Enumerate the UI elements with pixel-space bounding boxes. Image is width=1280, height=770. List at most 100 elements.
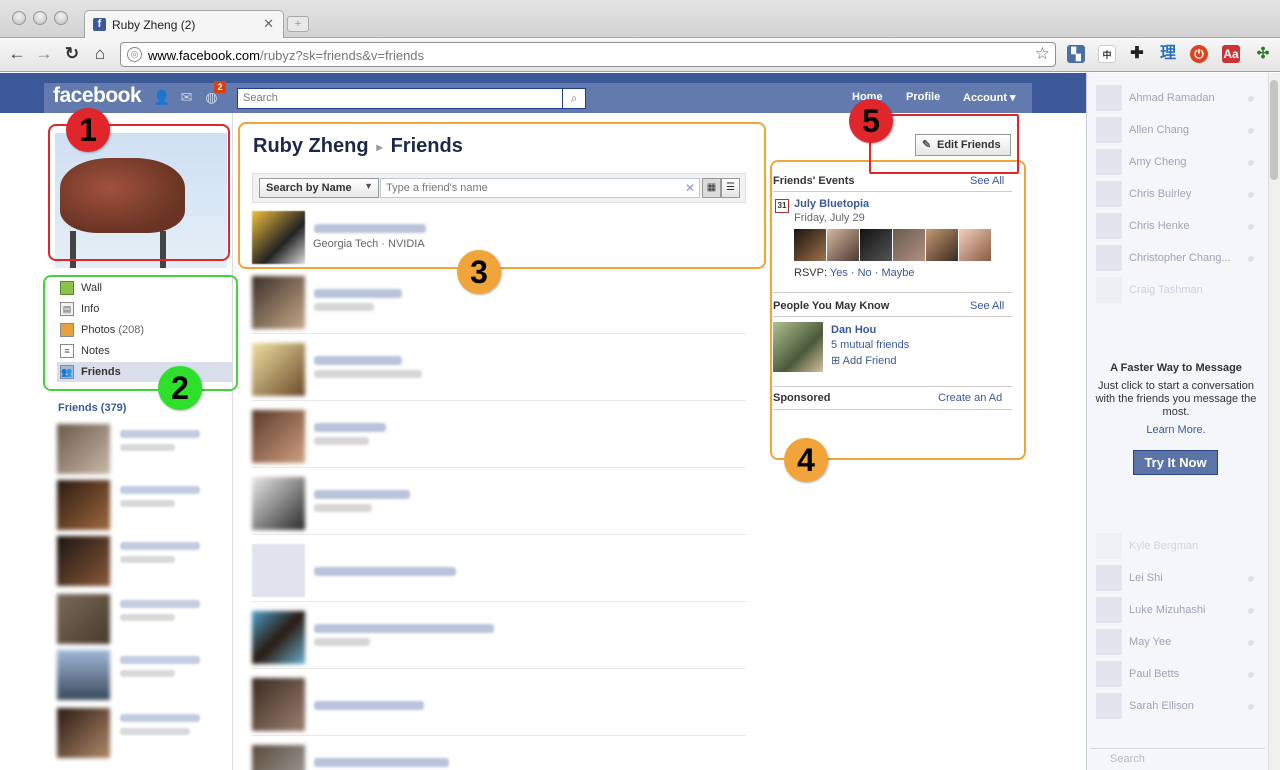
friend-row[interactable] xyxy=(252,739,746,770)
messages-icon[interactable]: ✉ xyxy=(178,89,195,106)
friend-name-blurred[interactable] xyxy=(314,289,402,298)
friend-row[interactable] xyxy=(252,337,746,401)
nav-account[interactable]: Account ▾ xyxy=(963,91,1016,104)
browser-tab[interactable]: f Ruby Zheng (2) ✕ xyxy=(84,10,284,38)
friend-name-blurred[interactable] xyxy=(120,430,200,438)
friend-thumbnail[interactable] xyxy=(252,276,305,329)
chat-contact[interactable]: Lei Shi xyxy=(1096,563,1266,591)
friend-name-blurred[interactable] xyxy=(314,224,426,233)
chat-contact[interactable]: Paul Betts xyxy=(1096,659,1266,687)
friend-name-input[interactable]: Type a friend's name xyxy=(380,178,700,198)
leftnav-photos[interactable]: Photos (208) xyxy=(57,320,232,340)
friend-row[interactable] xyxy=(252,471,746,535)
chat-contact[interactable]: Christopher Chang... xyxy=(1096,243,1266,271)
chat-contact[interactable]: Allen Chang xyxy=(1096,115,1266,143)
friend-row[interactable] xyxy=(252,672,746,736)
nav-profile[interactable]: Profile xyxy=(906,91,940,103)
minimize-window-button[interactable] xyxy=(33,11,47,25)
leftnav-friends[interactable]: 👥 Friends xyxy=(57,362,232,382)
home-icon[interactable]: ⌂ xyxy=(90,44,110,64)
leftnav-info[interactable]: ▤ Info xyxy=(57,299,232,319)
facebook-search-input[interactable]: Search xyxy=(237,88,563,109)
friend-row[interactable] xyxy=(252,404,746,468)
facebook-logo[interactable]: facebook xyxy=(53,84,142,108)
friend-thumbnail[interactable] xyxy=(57,594,110,644)
address-bar[interactable]: ◎ www.facebook.com/rubyz?sk=friends&v=fr… xyxy=(120,42,1056,67)
friend-name-blurred[interactable] xyxy=(120,714,200,722)
friend-thumbnail[interactable] xyxy=(57,708,110,758)
friend-name-blurred[interactable] xyxy=(314,423,386,432)
pymk-see-all-link[interactable]: See All xyxy=(970,300,1004,312)
friend-name-blurred[interactable] xyxy=(314,490,410,499)
friend-row[interactable] xyxy=(252,205,746,269)
chat-contact[interactable]: Sarah Ellison xyxy=(1096,691,1266,719)
event-guest-photo[interactable] xyxy=(860,229,892,261)
search-icon[interactable]: ⌕ xyxy=(563,88,586,109)
new-tab-button[interactable]: + xyxy=(287,16,309,32)
friend-thumbnail[interactable] xyxy=(252,343,305,396)
friend-row[interactable] xyxy=(252,538,746,602)
grid-view-button[interactable]: ▦ xyxy=(702,178,721,198)
extension-dictionary-icon[interactable]: Aa xyxy=(1222,45,1240,63)
friend-thumbnail[interactable] xyxy=(252,211,305,264)
leftnav-wall[interactable]: Wall xyxy=(57,278,232,298)
extension-translate-icon[interactable]: 中 xyxy=(1098,45,1116,63)
back-icon[interactable]: ← xyxy=(7,44,27,64)
friend-name-blurred[interactable] xyxy=(314,356,402,365)
search-by-dropdown[interactable]: Search by Name ▼ xyxy=(259,178,379,198)
friend-name-blurred[interactable] xyxy=(120,486,200,494)
event-name-link[interactable]: July Bluetopia xyxy=(794,198,869,210)
friend-name-blurred[interactable] xyxy=(120,656,200,664)
tab-close-icon[interactable]: ✕ xyxy=(263,16,274,32)
event-guest-photo[interactable] xyxy=(926,229,958,261)
friend-thumbnail[interactable] xyxy=(57,424,110,474)
friend-thumbnail[interactable] xyxy=(57,650,110,700)
friend-thumbnail[interactable] xyxy=(252,678,305,731)
chat-contact[interactable]: May Yee xyxy=(1096,627,1266,655)
learn-more-link[interactable]: Learn More. xyxy=(1090,424,1262,436)
event-guest-photo[interactable] xyxy=(827,229,859,261)
zoom-window-button[interactable] xyxy=(54,11,68,25)
friend-thumbnail[interactable] xyxy=(252,745,305,770)
chat-contact[interactable]: Chris Henke xyxy=(1096,211,1266,239)
bookmark-star-icon[interactable]: ☆ xyxy=(1035,44,1050,64)
event-guest-photo[interactable] xyxy=(959,229,991,261)
friend-thumbnail[interactable] xyxy=(252,477,305,530)
reload-icon[interactable]: ↻ xyxy=(62,44,82,64)
rsvp-maybe-link[interactable]: Maybe xyxy=(881,267,914,279)
clear-icon[interactable]: ✕ xyxy=(685,181,695,195)
event-guest-photo[interactable] xyxy=(893,229,925,261)
event-guest-photo[interactable] xyxy=(794,229,826,261)
create-ad-link[interactable]: Create an Ad xyxy=(938,392,1002,404)
friend-name-blurred[interactable] xyxy=(120,542,200,550)
extension-delicious-icon[interactable]: ▚ xyxy=(1067,45,1085,63)
chat-contact[interactable]: Chris Buirley xyxy=(1096,179,1266,207)
chat-search-input[interactable]: Search xyxy=(1090,748,1265,768)
extension-li-icon[interactable]: 理 xyxy=(1159,45,1177,63)
close-window-button[interactable] xyxy=(12,11,26,25)
add-friend-link[interactable]: ⊞ Add Friend xyxy=(831,354,896,367)
rsvp-yes-link[interactable]: Yes xyxy=(830,267,848,279)
profile-picture[interactable] xyxy=(55,133,227,268)
friend-name-blurred[interactable] xyxy=(120,600,200,608)
friend-name-blurred[interactable] xyxy=(314,758,449,767)
chat-contact[interactable]: Craig Tashman xyxy=(1096,275,1266,303)
extension-plus-icon[interactable]: ✚ xyxy=(1128,45,1146,63)
friend-thumbnail[interactable] xyxy=(57,480,110,530)
extension-green-icon[interactable]: ✣ xyxy=(1254,45,1272,63)
friend-name-blurred[interactable] xyxy=(314,701,424,710)
profile-owner-link[interactable]: Ruby Zheng xyxy=(253,135,369,157)
friend-thumbnail[interactable] xyxy=(57,536,110,586)
friend-name-blurred[interactable] xyxy=(314,567,456,576)
rsvp-no-link[interactable]: No xyxy=(858,267,872,279)
chat-contact[interactable]: Ahmad Ramadan xyxy=(1096,83,1266,111)
leftnav-notes[interactable]: ≡ Notes xyxy=(57,341,232,361)
default-avatar[interactable] xyxy=(252,544,305,597)
events-see-all-link[interactable]: See All xyxy=(970,175,1004,187)
chat-contact[interactable]: Kyle Bergman xyxy=(1096,531,1266,559)
friends-count-link[interactable]: Friends (379) xyxy=(58,402,126,414)
friend-thumbnail[interactable] xyxy=(252,611,305,664)
friend-row[interactable] xyxy=(252,605,746,669)
pymk-name-link[interactable]: Dan Hou xyxy=(831,324,876,336)
chat-contact[interactable]: Amy Cheng xyxy=(1096,147,1266,175)
